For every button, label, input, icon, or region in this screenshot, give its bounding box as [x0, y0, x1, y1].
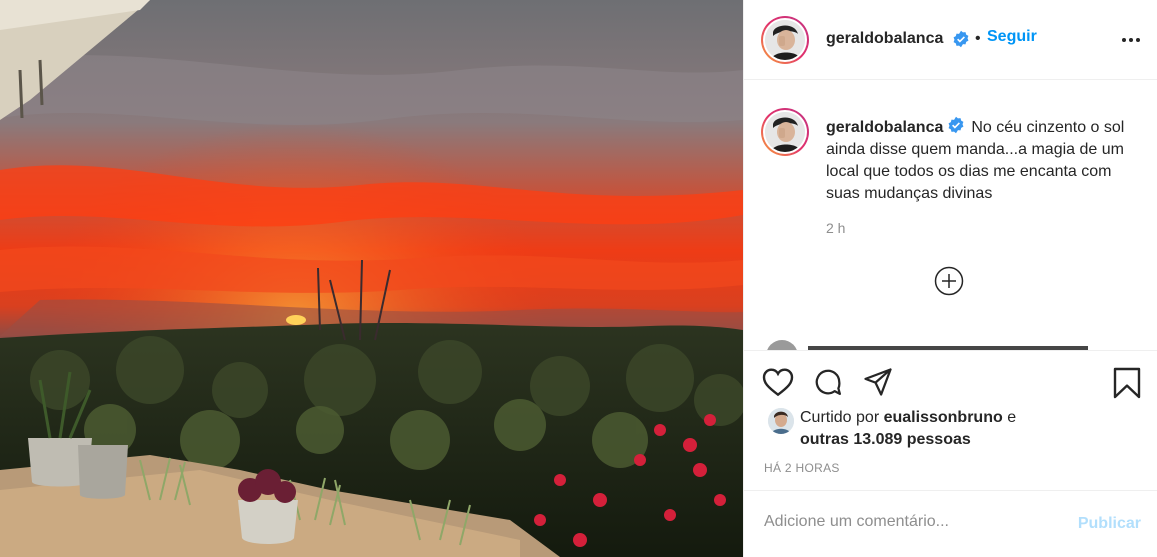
plus-circle-icon[interactable] — [934, 266, 964, 301]
post-caption: geraldobalanca No céu cinzento o sol ain… — [826, 116, 1144, 205]
liked-by-prefix: Curtido por — [800, 409, 880, 426]
likes-line: Curtido por eualissonbruno e — [800, 409, 1016, 427]
likes-count-link[interactable]: outras 13.089 pessoas — [800, 431, 971, 449]
post-timestamp[interactable]: HÁ 2 HORAS — [764, 461, 840, 475]
profile-photo-icon — [765, 112, 805, 152]
publish-button[interactable]: Publicar — [1078, 515, 1141, 533]
verified-badge-icon — [952, 30, 970, 51]
post-sidebar: geraldobalanca • Seguir geraldobalanca N… — [743, 0, 1157, 557]
avatar[interactable] — [761, 108, 809, 156]
caption-username[interactable]: geraldobalanca — [826, 119, 943, 136]
verified-badge-icon — [947, 116, 971, 136]
sunset-landscape-photo — [0, 0, 743, 557]
more-options-icon[interactable] — [1121, 30, 1141, 55]
profile-photo-icon — [765, 20, 805, 60]
caption-time[interactable]: 2 h — [826, 220, 845, 236]
comment-icon[interactable] — [812, 367, 844, 402]
follow-button[interactable]: Seguir — [987, 28, 1037, 46]
comment-bar: Publicar — [744, 490, 1157, 557]
liked-by-suffix: e — [1007, 409, 1017, 426]
post-header: geraldobalanca • Seguir — [744, 0, 1157, 80]
comments-section: geraldobalanca No céu cinzento o sol ain… — [744, 80, 1157, 350]
liker-username[interactable]: eualissonbruno — [884, 409, 1003, 426]
comment-input[interactable] — [764, 513, 1044, 531]
instagram-post: geraldobalanca • Seguir geraldobalanca N… — [0, 0, 1157, 557]
separator-dot: • — [975, 30, 981, 47]
avatar[interactable] — [761, 16, 809, 64]
bookmark-icon[interactable] — [1112, 367, 1142, 404]
post-photo[interactable] — [0, 0, 743, 557]
share-icon[interactable] — [862, 367, 894, 402]
next-comment-peek — [744, 340, 1157, 350]
header-username[interactable]: geraldobalanca — [826, 30, 943, 48]
liker-avatar[interactable] — [768, 408, 794, 434]
heart-icon[interactable] — [762, 367, 794, 402]
action-bar — [744, 350, 1157, 411]
